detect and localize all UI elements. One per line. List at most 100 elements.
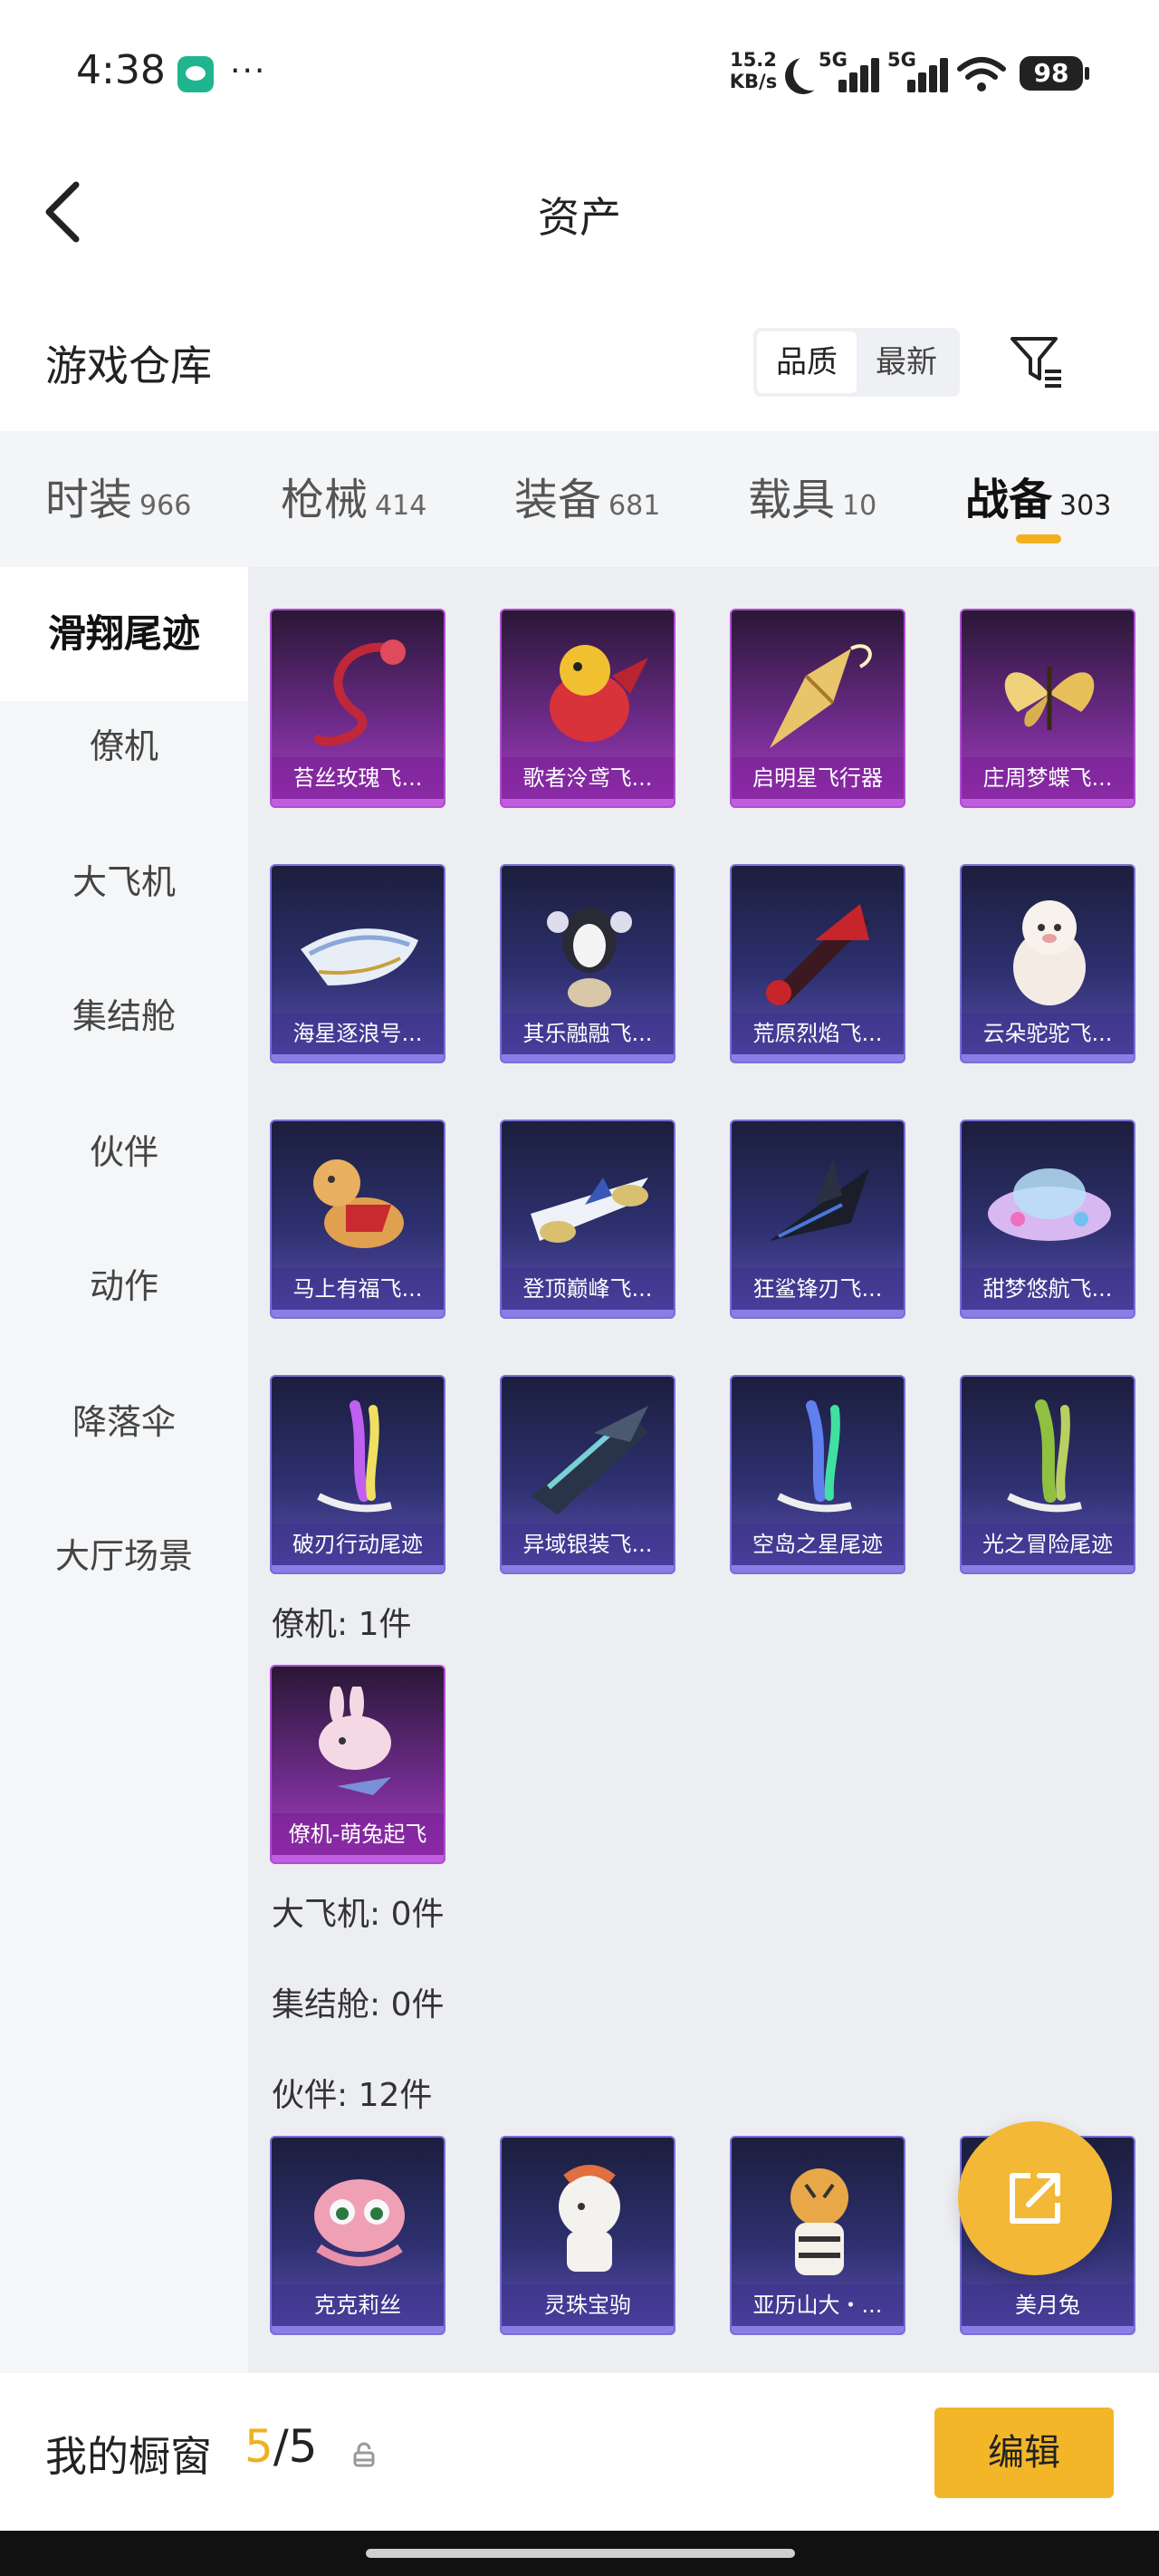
signal-1-label: 5G	[819, 49, 848, 71]
item-card[interactable]: 僚机-萌兔起飞	[270, 1665, 445, 1864]
item-card[interactable]: 登顶巅峰飞...	[500, 1120, 675, 1319]
item-card[interactable]: 启明星飞行器	[730, 609, 905, 808]
item-name: 狂鲨锋刃飞...	[732, 1268, 904, 1310]
smoke-trail-icon	[317, 1400, 392, 1513]
sort-quality-option[interactable]: 品质	[757, 332, 857, 393]
red-bird-glider-icon	[550, 645, 648, 742]
alien-glider-icon	[531, 1406, 648, 1514]
filter-icon[interactable]	[1009, 333, 1065, 389]
item-name: 破刃行动尾迹	[272, 1523, 444, 1565]
item-card[interactable]: 荒原烈焰飞...	[730, 864, 905, 1063]
item-card[interactable]: 异域银装飞...	[500, 1375, 675, 1574]
butterfly-glider-icon	[1004, 667, 1095, 730]
partner-section-label: 伙伴: 12件	[272, 2077, 433, 2114]
item-card[interactable]: 歌者泠鸢飞...	[500, 609, 675, 808]
category-tabs: 时装 966 枪械 414 装备 681 载具 10 战备 303	[0, 431, 1159, 567]
item-card[interactable]: 海星逐浪号...	[270, 864, 445, 1063]
item-card[interactable]: 克克莉丝	[270, 2136, 445, 2335]
sort-toggle: 品质 最新	[753, 328, 960, 397]
item-name: 甜梦悠航飞...	[962, 1268, 1134, 1310]
item-card[interactable]: 破刃行动尾迹	[270, 1375, 445, 1574]
penguin-glider-icon	[547, 908, 632, 1007]
sidebar-item-parachute[interactable]: 降落伞	[0, 1377, 248, 1467]
golden-glider-icon	[770, 644, 872, 748]
showcase-bar: 我的橱窗 5/5 编辑	[0, 2373, 1159, 2531]
item-name: 灵珠宝驹	[502, 2284, 674, 2326]
lock-icon	[353, 2442, 375, 2467]
rose-glider-icon	[314, 639, 406, 746]
octopus-partner-icon	[314, 2179, 405, 2266]
showcase-title: 我的橱窗	[45, 2432, 212, 2481]
tab-vehicles[interactable]: 载具 10	[748, 464, 876, 527]
item-name: 亚历山大・...	[732, 2284, 904, 2326]
item-card[interactable]: 庄周梦蝶飞...	[960, 609, 1135, 808]
sidebar-item-partner[interactable]: 伙伴	[0, 1107, 248, 1197]
item-card[interactable]: 灵珠宝驹	[500, 2136, 675, 2335]
tab-equipment[interactable]: 装备 681	[514, 464, 660, 527]
jet-glider-icon	[531, 1177, 648, 1243]
bunny-wingman-icon	[319, 1687, 391, 1795]
item-name: 僚机-萌兔起飞	[272, 1813, 444, 1855]
tab-supplies[interactable]: 战备 303	[965, 464, 1111, 527]
edit-button[interactable]: 编辑	[934, 2408, 1114, 2498]
active-tab-indicator	[1016, 534, 1061, 543]
item-name: 异域银装飞...	[502, 1523, 674, 1565]
smoke-trail-icon	[1007, 1399, 1082, 1513]
tab-label: 载具	[748, 475, 836, 525]
item-card[interactable]: 甜梦悠航飞...	[960, 1120, 1135, 1319]
horse-glider-icon	[313, 1159, 404, 1248]
item-card[interactable]: 亚历山大・...	[730, 2136, 905, 2335]
item-name: 空岛之星尾迹	[732, 1523, 904, 1565]
item-name: 登顶巅峰飞...	[502, 1268, 674, 1310]
tab-count: 414	[375, 490, 427, 522]
page-title: 资产	[538, 193, 621, 242]
item-card[interactable]: 苔丝玫瑰飞...	[270, 609, 445, 808]
item-name: 歌者泠鸢飞...	[502, 757, 674, 799]
item-name: 庄周梦蝶飞...	[962, 757, 1134, 799]
wifi-icon	[957, 57, 1006, 91]
warehouse-title: 游戏仓库	[45, 341, 212, 390]
item-name: 光之冒险尾迹	[962, 1523, 1134, 1565]
boat-glider-icon	[301, 928, 418, 985]
sidebar-item-assembly-pod[interactable]: 集结舱	[0, 971, 248, 1062]
ufo-glider-icon	[988, 1168, 1111, 1241]
item-card[interactable]: 马上有福飞...	[270, 1120, 445, 1319]
smoke-trail-icon	[777, 1400, 852, 1513]
subcategory-sidebar: 滑翔尾迹 僚机 大飞机 集结舱 伙伴 动作 降落伞 大厅场景	[0, 567, 248, 2373]
tiger-partner-icon	[790, 2168, 848, 2275]
sidebar-item-glide-trail[interactable]: 滑翔尾迹	[0, 567, 248, 701]
showcase-count: 5/5	[244, 2420, 317, 2473]
tab-label: 时装	[45, 475, 133, 525]
tab-count: 303	[1059, 490, 1112, 522]
sidebar-item-wingman[interactable]: 僚机	[0, 701, 248, 792]
item-name: 海星逐浪号...	[272, 1013, 444, 1054]
share-fab-button[interactable]	[958, 2121, 1112, 2275]
signal-5g-2-icon: 5G	[887, 49, 951, 94]
item-card[interactable]: 云朵驼驼飞...	[960, 864, 1135, 1063]
assembly-pod-section-label: 集结舱: 0件	[272, 1986, 445, 2023]
item-name: 荒原烈焰飞...	[732, 1013, 904, 1054]
sidebar-item-emote[interactable]: 动作	[0, 1241, 248, 1331]
sidebar-item-big-plane[interactable]: 大飞机	[0, 837, 248, 928]
item-card[interactable]: 空岛之星尾迹	[730, 1375, 905, 1574]
showcase-count-current: 5	[244, 2420, 273, 2473]
item-card[interactable]: 狂鲨锋刃飞...	[730, 1120, 905, 1319]
wechat-notification-icon	[177, 56, 214, 92]
item-card[interactable]: 其乐融融飞...	[500, 864, 675, 1063]
shark-glider-icon	[770, 1159, 869, 1241]
tab-label: 装备	[514, 475, 602, 525]
item-name: 云朵驼驼飞...	[962, 1013, 1134, 1054]
big-plane-section-label: 大飞机: 0件	[272, 1896, 445, 1933]
sort-newest-option[interactable]: 最新	[857, 332, 956, 393]
tab-firearms[interactable]: 枪械 414	[281, 464, 426, 527]
wingman-section-label: 僚机: 1件	[272, 1606, 412, 1643]
home-indicator[interactable]	[366, 2549, 795, 2558]
status-time: 4:38	[76, 47, 166, 93]
tab-fashion[interactable]: 时装 966	[45, 464, 191, 527]
network-speed-unit: KB/s	[729, 71, 778, 92]
network-speed: 15.2 KB/s	[728, 49, 779, 92]
item-name: 马上有福飞...	[272, 1268, 444, 1310]
pony-partner-icon	[559, 2165, 620, 2272]
item-card[interactable]: 光之冒险尾迹	[960, 1375, 1135, 1574]
sidebar-item-lobby-scene[interactable]: 大厅场景	[0, 1511, 248, 1601]
